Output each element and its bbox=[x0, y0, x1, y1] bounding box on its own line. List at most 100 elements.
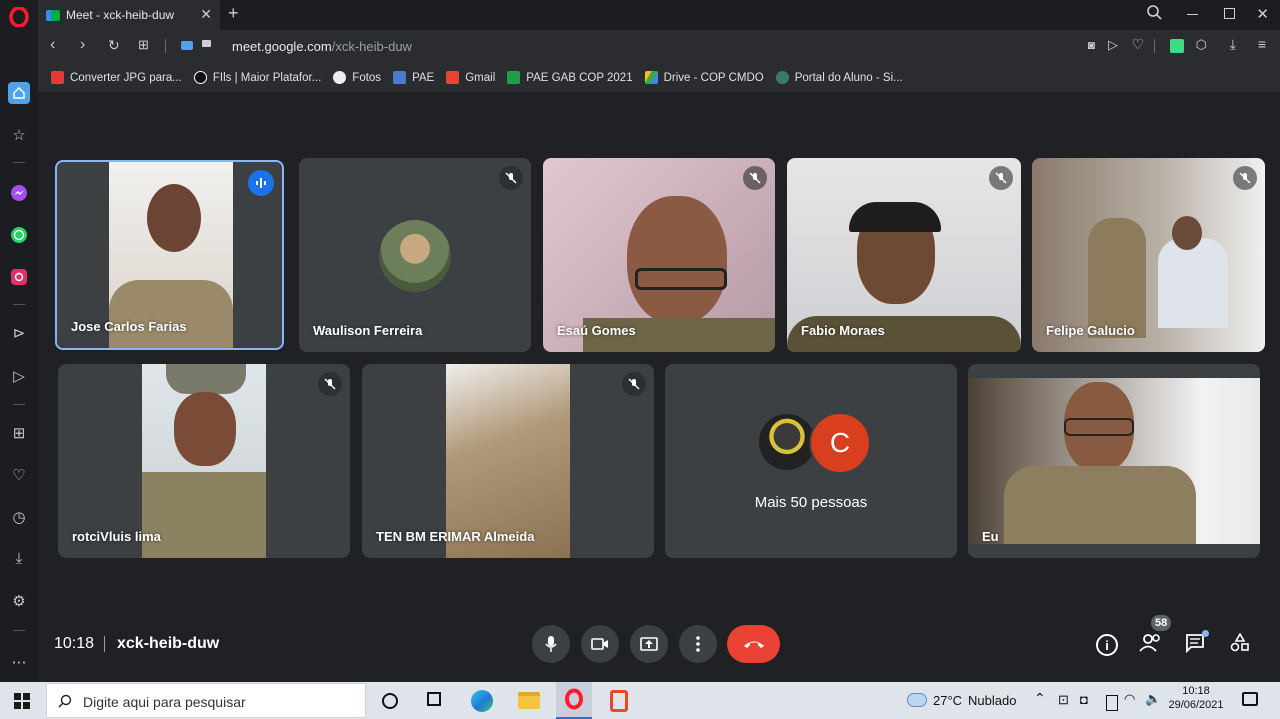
volume-icon[interactable]: 🔈 bbox=[1145, 691, 1161, 707]
favorites-heart-icon[interactable]: ♡ bbox=[8, 464, 30, 486]
activities-button[interactable] bbox=[1230, 632, 1250, 658]
participant-tile[interactable]: rotciVluis lima bbox=[58, 364, 350, 558]
bookmark-item[interactable]: Converter JPG para... bbox=[51, 71, 182, 84]
bookmark-item[interactable]: Portal do Aluno - Si... bbox=[775, 71, 903, 84]
minimize-icon[interactable] bbox=[1187, 14, 1198, 15]
participant-name: Felipe Galucio bbox=[1046, 323, 1135, 338]
speaking-indicator-icon bbox=[248, 170, 274, 196]
weather-icon[interactable] bbox=[907, 693, 927, 707]
cortana-icon[interactable] bbox=[382, 693, 398, 709]
participant-tile[interactable]: TEN BM ERIMAR Almeida bbox=[362, 364, 654, 558]
edge-icon[interactable] bbox=[471, 690, 493, 712]
camera-active-icon[interactable] bbox=[181, 41, 193, 50]
wifi-icon[interactable]: ◠ bbox=[1124, 691, 1135, 707]
bookmark-favicon-icon bbox=[775, 71, 789, 84]
tab-meet[interactable]: Meet - xck-heib-duw ✕ bbox=[38, 0, 220, 30]
task-view-icon[interactable] bbox=[427, 692, 441, 706]
instagram-icon[interactable] bbox=[8, 266, 30, 288]
participant-tile[interactable]: Waulison Ferreira bbox=[299, 158, 531, 352]
bookmark-label: Portal do Aluno - Si... bbox=[794, 71, 903, 84]
meeting-details-icon[interactable]: i bbox=[1096, 634, 1118, 656]
participant-avatar: C bbox=[809, 412, 871, 474]
weather-temp[interactable]: 27°C bbox=[933, 693, 962, 708]
back-icon[interactable]: ‹ bbox=[50, 36, 55, 54]
participant-tile[interactable]: Esaú Gomes bbox=[543, 158, 775, 352]
meet-in-use-icon[interactable]: ⊡ bbox=[1058, 692, 1069, 708]
more-options-button[interactable] bbox=[679, 625, 717, 663]
window-close-icon[interactable]: ✕ bbox=[1256, 5, 1269, 23]
windows-start-icon[interactable] bbox=[14, 693, 30, 709]
search-tabs-icon[interactable] bbox=[1147, 5, 1162, 25]
self-tile[interactable]: Eu bbox=[968, 364, 1260, 558]
notifications-icon[interactable] bbox=[1242, 692, 1258, 706]
participant-name: Waulison Ferreira bbox=[313, 323, 423, 338]
bookmark-label: Gmail bbox=[465, 71, 496, 84]
battery-icon[interactable] bbox=[1106, 695, 1118, 711]
history-clock-icon[interactable]: ◷ bbox=[8, 506, 30, 528]
downloads-icon[interactable]: ⤓ bbox=[8, 547, 30, 569]
chat-button[interactable] bbox=[1185, 630, 1209, 658]
extensions-grid-icon[interactable]: ⊞ bbox=[8, 422, 30, 444]
reload-icon[interactable]: ↻ bbox=[108, 37, 120, 54]
lock-icon[interactable] bbox=[202, 40, 211, 47]
forward-icon[interactable]: › bbox=[80, 36, 85, 54]
url-field[interactable]: meet.google.com/xck-heib-duw bbox=[232, 39, 412, 54]
office-icon[interactable] bbox=[610, 690, 628, 712]
more-participants-tile[interactable]: C Mais 50 pessoas bbox=[665, 364, 957, 558]
speed-dial-grid-icon[interactable]: ⊞ bbox=[138, 37, 149, 53]
present-screen-button[interactable] bbox=[630, 625, 668, 663]
bookmark-item[interactable]: FIls | Maior Platafor... bbox=[193, 71, 321, 84]
mic-off-icon bbox=[743, 166, 767, 190]
mic-off-icon bbox=[1233, 166, 1257, 190]
microphone-button[interactable] bbox=[532, 625, 570, 663]
vpn-extension-icon[interactable] bbox=[1170, 39, 1184, 53]
snapshot-camera-icon[interactable]: ◙ bbox=[1088, 38, 1095, 52]
bookmark-item[interactable]: Gmail bbox=[446, 71, 495, 84]
bookmarks-star-icon[interactable]: ☆ bbox=[8, 124, 30, 146]
heart-bookmark-icon[interactable]: ♡ bbox=[1131, 36, 1144, 53]
opera-logo-icon[interactable] bbox=[8, 6, 30, 28]
tray-overflow-chevron-icon[interactable]: ⌃ bbox=[1034, 690, 1046, 707]
file-explorer-icon[interactable] bbox=[518, 692, 540, 709]
bookmark-item[interactable]: Fotos bbox=[333, 71, 381, 84]
clock-date: 29/06/2021 bbox=[1168, 699, 1224, 711]
present-screen-icon bbox=[640, 637, 658, 651]
url-path: /xck-heib-duw bbox=[331, 39, 412, 54]
home-icon[interactable] bbox=[8, 82, 30, 104]
bookmark-favicon-icon bbox=[193, 71, 207, 84]
opera-taskbar-icon[interactable] bbox=[556, 682, 592, 719]
taskbar-clock[interactable]: 10:18 29/06/2021 bbox=[1160, 685, 1232, 711]
tab-close-icon[interactable]: ✕ bbox=[200, 6, 212, 23]
messenger-icon[interactable] bbox=[8, 182, 30, 204]
avatar-letter: C bbox=[829, 427, 851, 458]
weather-desc[interactable]: Nublado bbox=[968, 693, 1016, 708]
camera-tray-icon[interactable]: ◘ bbox=[1080, 692, 1088, 707]
restore-icon[interactable] bbox=[1224, 8, 1235, 19]
bookmark-item[interactable]: Drive - COP CMDO bbox=[644, 71, 764, 84]
whatsapp-icon[interactable] bbox=[8, 224, 30, 246]
settings-gear-icon[interactable]: ⚙ bbox=[8, 590, 30, 612]
camera-button[interactable] bbox=[581, 625, 619, 663]
download-icon[interactable]: ⤓ bbox=[1230, 36, 1236, 53]
bookmark-item[interactable]: PAE bbox=[393, 71, 434, 84]
browser-sidebar: ☆ ⊳ ▷ ⊞ ♡ ◷ ⤓ ⚙ ⋯ bbox=[0, 0, 38, 682]
more-dots-icon[interactable]: ⋯ bbox=[8, 651, 30, 673]
cube-extension-icon[interactable]: ⬡ bbox=[1196, 37, 1207, 53]
participant-tile[interactable]: Fabio Moraes bbox=[787, 158, 1021, 352]
flow-send-icon[interactable]: ▷ bbox=[8, 365, 30, 387]
participant-name: Jose Carlos Farias bbox=[71, 319, 187, 334]
participant-name: TEN BM ERIMAR Almeida bbox=[376, 529, 535, 544]
send-icon[interactable]: ▷ bbox=[1108, 37, 1118, 53]
easy-setup-icon[interactable]: ≡ bbox=[1258, 36, 1266, 52]
bookmark-item[interactable]: PAE GAB COP 2021 bbox=[507, 71, 633, 84]
taskbar-search-box[interactable]: Digite aqui para pesquisar bbox=[46, 683, 366, 718]
participant-tile[interactable]: Jose Carlos Farias bbox=[55, 160, 284, 350]
meeting-code: xck-heib-duw bbox=[117, 635, 220, 652]
people-button[interactable]: 58 bbox=[1139, 615, 1172, 657]
participant-name: Eu bbox=[982, 529, 999, 544]
sheets-icon bbox=[507, 71, 521, 84]
participant-tile[interactable]: Felipe Galucio bbox=[1032, 158, 1265, 352]
new-tab-icon[interactable]: + bbox=[228, 3, 239, 24]
end-call-button[interactable] bbox=[727, 625, 780, 663]
player-icon[interactable]: ⊳ bbox=[8, 322, 30, 344]
